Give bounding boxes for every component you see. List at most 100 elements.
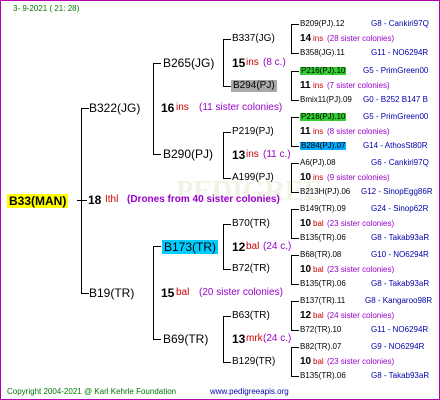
gen3-queen-3[interactable]: A199(PJ) — [232, 173, 274, 183]
gen4-queen-5[interactable]: B284(PJ).07 — [300, 142, 347, 150]
gen4-queen-15[interactable]: B135(TR).06 — [300, 372, 346, 380]
header-date: 3- 9-2021 ( 21: 28) — [13, 4, 80, 13]
connector — [153, 339, 161, 340]
connector — [223, 362, 231, 363]
gen1-1-generation: 15 — [161, 286, 175, 300]
gen3-7-generation: 10 — [300, 356, 312, 367]
gen4-code-12: G8 - Kangaroo98R — [365, 296, 433, 305]
gen4-queen-1[interactable]: B358(JG).11 — [300, 49, 345, 57]
connector — [291, 284, 299, 285]
gen3-1-note: (7 sister colonies) — [327, 81, 390, 90]
gen2-3-insemination: mrk — [246, 333, 263, 344]
gen4-queen-8[interactable]: B149(TR).09 — [300, 205, 346, 213]
gen1-queen-1[interactable]: B19(TR) — [89, 287, 134, 299]
gen2-queen-2[interactable]: B173(TR) — [162, 240, 219, 254]
pedigree-chart: PEDIGREE 3- 9-2021 ( 21: 28) B33(MAN) 18… — [0, 0, 440, 400]
connector — [153, 246, 161, 247]
gen2-queen-1[interactable]: B290(PJ) — [163, 148, 213, 160]
connector — [223, 132, 224, 178]
connector — [291, 301, 299, 302]
gen2-3-note: (24 c.) — [263, 333, 292, 344]
gen4-code-7: G12 - SinopEgg86R — [361, 187, 433, 196]
gen3-0-insemination: ins — [313, 34, 324, 43]
connector — [291, 71, 292, 100]
connector — [291, 71, 299, 72]
gen4-code-3: G0 - B252 B147 B — [363, 95, 428, 104]
connector — [223, 269, 231, 270]
gen3-queen-0[interactable]: B337(JG) — [232, 34, 275, 44]
gen4-queen-13[interactable]: B72(TR).10 — [300, 326, 341, 334]
footer-site-link[interactable]: www.pedigreeapis.org — [210, 388, 289, 396]
gen3-4-note: (23 sister colonies) — [327, 219, 395, 228]
gen4-code-10: G10 - NO6294R — [371, 250, 429, 259]
gen4-queen-4[interactable]: P216(PJ).10 — [300, 113, 347, 121]
gen4-queen-10[interactable]: B68(TR).08 — [300, 251, 341, 259]
gen4-code-8: G24 - Sinop62R — [371, 204, 429, 213]
connector — [223, 39, 224, 86]
gen3-2-note: (8 sister colonies) — [327, 127, 390, 136]
gen3-5-note: (23 sister colonies) — [327, 265, 395, 274]
gen3-5-insemination: bal — [313, 265, 324, 274]
connector — [291, 209, 292, 238]
gen3-queen-5[interactable]: B72(TR) — [232, 264, 270, 274]
gen2-2-generation: 12 — [232, 240, 246, 254]
connector — [291, 163, 299, 164]
gen4-queen-2[interactable]: P216(PJ).10 — [300, 67, 347, 75]
connector — [81, 108, 89, 109]
gen2-1-generation: 13 — [232, 148, 246, 162]
connector — [223, 224, 224, 269]
gen4-queen-11[interactable]: B135(TR).06 — [300, 280, 346, 288]
gen4-queen-7[interactable]: B213H(PJ).06 — [300, 188, 350, 196]
connector — [153, 63, 154, 154]
gen1-queen-0[interactable]: B322(JG) — [89, 102, 140, 114]
gen4-code-0: G8 - Cankiri97Q — [371, 19, 429, 28]
gen3-3-note: (9 sister colonies) — [327, 173, 390, 182]
footer-copyright: Copyright 2004-2021 @ Karl Kehrle Founda… — [7, 387, 177, 396]
gen3-queen-4[interactable]: B70(TR) — [232, 219, 270, 229]
gen3-7-insemination: bal — [313, 357, 324, 366]
gen4-queen-12[interactable]: B137(TR).11 — [300, 297, 345, 305]
gen2-queen-3[interactable]: B69(TR) — [163, 333, 208, 345]
root-insemination: Ithl — [105, 194, 119, 205]
connector — [291, 24, 292, 53]
gen3-queen-1[interactable]: B294(PJ) — [231, 80, 277, 92]
gen4-queen-9[interactable]: B135(TR).06 — [300, 234, 346, 242]
gen2-3-generation: 13 — [232, 332, 246, 346]
connector — [223, 39, 231, 40]
gen4-code-14: G9 - NO6294R — [371, 342, 425, 351]
gen3-6-note: (24 sister colonies) — [327, 311, 395, 320]
connector — [223, 86, 231, 87]
connector — [291, 301, 292, 330]
root-queen[interactable]: B33(MAN) — [7, 194, 69, 208]
gen3-4-generation: 10 — [300, 218, 312, 229]
gen3-queen-6[interactable]: B63(TR) — [232, 311, 270, 321]
connector — [291, 255, 292, 284]
connector — [291, 192, 299, 193]
gen4-queen-0[interactable]: B209(PJ).12 — [300, 20, 344, 28]
gen4-code-2: G5 - PrimGreen00 — [363, 66, 429, 75]
connector — [291, 53, 299, 54]
connector — [153, 246, 154, 339]
gen4-queen-3[interactable]: Bmix11(PJ).09 — [300, 96, 352, 104]
gen3-0-note: (28 sister colonies) — [327, 34, 395, 43]
gen3-queen-7[interactable]: B129(TR) — [232, 357, 275, 367]
gen3-2-generation: 11 — [300, 126, 311, 137]
root-drone-note: (Drones from 40 sister colonies) — [127, 194, 280, 205]
gen3-queen-2[interactable]: P219(PJ) — [232, 127, 274, 137]
gen2-2-note: (24 c.) — [263, 241, 292, 252]
gen2-0-note: (8 c.) — [263, 57, 286, 68]
gen4-queen-6[interactable]: A6(PJ).08 — [300, 159, 336, 167]
connector — [153, 63, 161, 64]
gen4-queen-14[interactable]: B82(TR).07 — [300, 343, 341, 351]
gen3-0-generation: 14 — [300, 33, 312, 44]
connector — [77, 200, 87, 201]
connector — [291, 117, 292, 146]
gen3-1-generation: 11 — [300, 80, 311, 91]
connector — [223, 224, 231, 225]
root-generation: 18 — [88, 193, 102, 207]
connector — [223, 316, 224, 362]
connector — [291, 163, 292, 192]
gen2-queen-0[interactable]: B265(JG) — [163, 57, 214, 69]
connector — [291, 100, 299, 101]
connector — [291, 347, 299, 348]
